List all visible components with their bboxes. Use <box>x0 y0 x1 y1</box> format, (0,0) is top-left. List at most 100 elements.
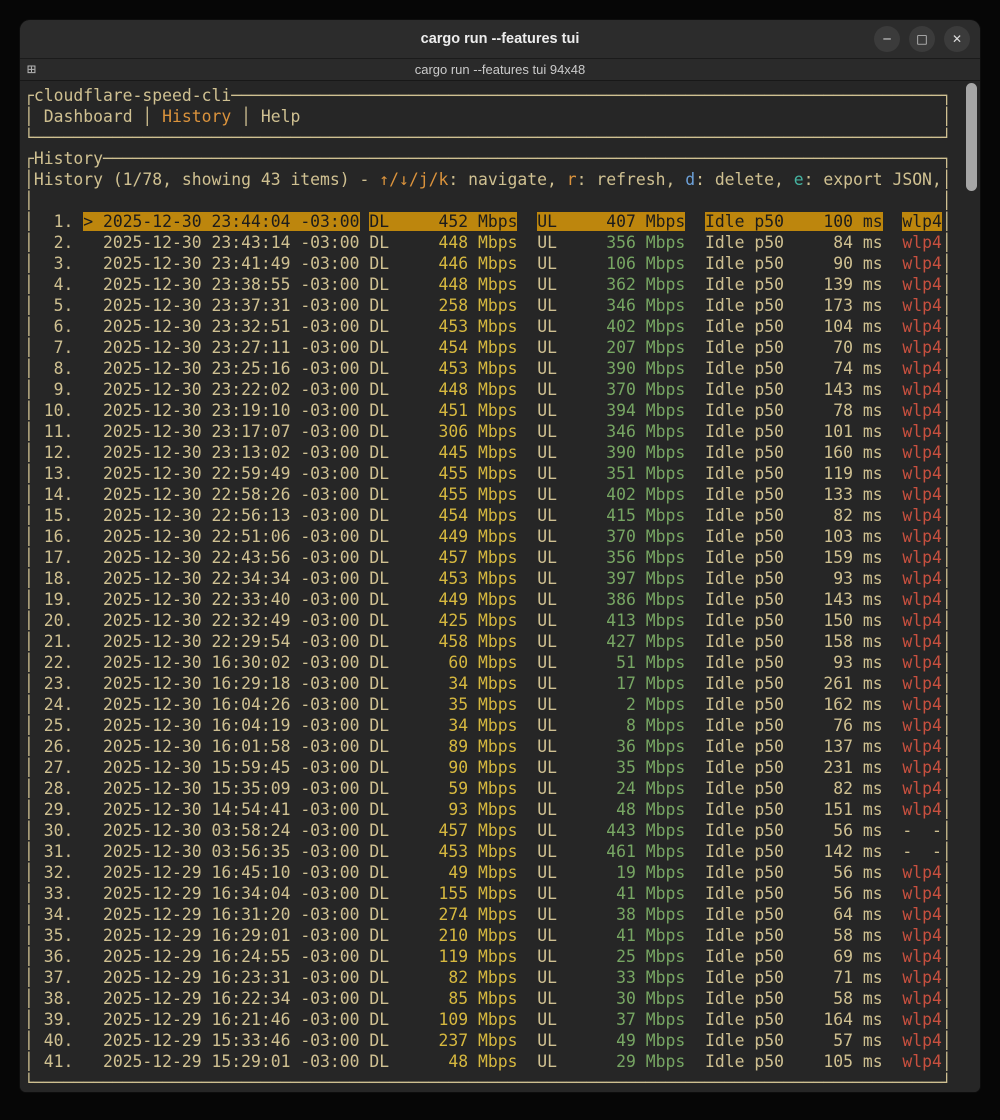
tab-help[interactable]: Help <box>261 107 300 126</box>
text-span <box>517 758 537 777</box>
history-row-25[interactable]: │ 25. 2025-12-30 16:04:19 -03:00 DL 34 M… <box>24 715 952 736</box>
tab-dashboard[interactable]: Dashboard <box>44 107 133 126</box>
row-number: 11. <box>34 422 83 441</box>
row-number: 24. <box>34 695 83 714</box>
history-row-17[interactable]: │ 17. 2025-12-30 22:43:56 -03:00 DL 457 … <box>24 547 952 568</box>
text-span <box>685 905 705 924</box>
scrollbar-thumb[interactable] <box>966 83 977 191</box>
history-row-15[interactable]: │ 15. 2025-12-30 22:56:13 -03:00 DL 454 … <box>24 505 952 526</box>
dl-label: DL <box>369 968 389 987</box>
history-row-39[interactable]: │ 39. 2025-12-29 16:21:46 -03:00 DL 109 … <box>24 1009 952 1030</box>
row-timestamp: 2025-12-30 23:25:16 -03:00 <box>83 359 359 378</box>
ul-value: 386 Mbps <box>557 590 685 609</box>
titlebar[interactable]: cargo run --features tui ─ □ ✕ <box>20 20 980 59</box>
text-span <box>517 422 537 441</box>
history-row-34[interactable]: │ 34. 2025-12-29 16:31:20 -03:00 DL 274 … <box>24 904 952 925</box>
text-span <box>360 884 370 903</box>
history-row-13[interactable]: │ 13. 2025-12-30 22:59:49 -03:00 DL 455 … <box>24 463 952 484</box>
history-row-27[interactable]: │ 27. 2025-12-30 15:59:45 -03:00 DL 90 M… <box>24 757 952 778</box>
history-box-top: ┌History────────────────────────────────… <box>24 148 952 169</box>
history-row-5[interactable]: │ 5. 2025-12-30 23:37:31 -03:00 DL 258 M… <box>24 295 952 316</box>
history-row-18[interactable]: │ 18. 2025-12-30 22:34:34 -03:00 DL 453 … <box>24 568 952 589</box>
history-row-9[interactable]: │ 9. 2025-12-30 23:22:02 -03:00 DL 448 M… <box>24 379 952 400</box>
ul-value: 25 Mbps <box>557 947 685 966</box>
history-row-41[interactable]: │ 41. 2025-12-29 15:29:01 -03:00 DL 48 M… <box>24 1051 952 1072</box>
scrollbar[interactable] <box>964 81 979 1092</box>
text-span <box>883 716 903 735</box>
ping-label: Idle p50 <box>705 674 784 693</box>
close-button[interactable]: ✕ <box>944 26 970 52</box>
history-row-35[interactable]: │ 35. 2025-12-29 16:29:01 -03:00 DL 210 … <box>24 925 952 946</box>
text-span <box>517 632 537 651</box>
text-span <box>685 233 705 252</box>
terminal-content[interactable]: ┌cloudflare-speed-cli───────────────────… <box>24 85 952 1092</box>
row-timestamp: 2025-12-29 16:21:46 -03:00 <box>83 1010 359 1029</box>
tab-title[interactable]: cargo run --features tui 94x48 <box>415 62 586 77</box>
history-row-36[interactable]: │ 36. 2025-12-29 16:24:55 -03:00 DL 119 … <box>24 946 952 967</box>
ul-value: 49 Mbps <box>557 1031 685 1050</box>
box-border: │ <box>942 590 952 609</box>
text-span <box>883 632 903 651</box>
dl-label: DL <box>369 947 389 966</box>
ul-value: 362 Mbps <box>557 275 685 294</box>
history-row-6[interactable]: │ 6. 2025-12-30 23:32:51 -03:00 DL 453 M… <box>24 316 952 337</box>
history-row-30[interactable]: │ 30. 2025-12-30 03:58:24 -03:00 DL 457 … <box>24 820 952 841</box>
history-row-24[interactable]: │ 24. 2025-12-30 16:04:26 -03:00 DL 35 M… <box>24 694 952 715</box>
dl-label: DL <box>369 317 389 336</box>
grid-icon[interactable]: ⊞ <box>27 59 36 80</box>
ping-value: 142 ms <box>784 842 883 861</box>
hint-nav-keys: ↑/↓/j/k <box>379 170 448 189</box>
history-row-12[interactable]: │ 12. 2025-12-30 23:13:02 -03:00 DL 445 … <box>24 442 952 463</box>
history-row-1[interactable]: │ 1. > 2025-12-30 23:44:04 -03:00 DL 452… <box>24 211 952 232</box>
box-border: │ <box>24 695 34 714</box>
text-span <box>517 905 537 924</box>
history-row-26[interactable]: │ 26. 2025-12-30 16:01:58 -03:00 DL 89 M… <box>24 736 952 757</box>
history-row-21[interactable]: │ 21. 2025-12-30 22:29:54 -03:00 DL 458 … <box>24 631 952 652</box>
history-row-7[interactable]: │ 7. 2025-12-30 23:27:11 -03:00 DL 454 M… <box>24 337 952 358</box>
dl-label: DL <box>369 926 389 945</box>
history-row-22[interactable]: │ 22. 2025-12-30 16:30:02 -03:00 DL 60 M… <box>24 652 952 673</box>
history-row-14[interactable]: │ 14. 2025-12-30 22:58:26 -03:00 DL 455 … <box>24 484 952 505</box>
box-border: │ <box>942 485 952 504</box>
history-row-31[interactable]: │ 31. 2025-12-30 03:56:35 -03:00 DL 453 … <box>24 841 952 862</box>
history-row-33[interactable]: │ 33. 2025-12-29 16:34:04 -03:00 DL 155 … <box>24 883 952 904</box>
box-border: │ <box>942 254 952 273</box>
history-row-11[interactable]: │ 11. 2025-12-30 23:17:07 -03:00 DL 306 … <box>24 421 952 442</box>
history-row-23[interactable]: │ 23. 2025-12-30 16:29:18 -03:00 DL 34 M… <box>24 673 952 694</box>
dl-label: DL <box>369 653 389 672</box>
dl-label: DL <box>369 254 389 273</box>
text-span <box>685 464 705 483</box>
dl-value: 93 Mbps <box>389 800 517 819</box>
box-border: │ <box>24 1031 34 1050</box>
tab-history[interactable]: History <box>162 107 231 126</box>
maximize-button[interactable]: □ <box>909 26 935 52</box>
history-row-29[interactable]: │ 29. 2025-12-30 14:54:41 -03:00 DL 93 M… <box>24 799 952 820</box>
row-number: 2. <box>34 233 83 252</box>
history-row-10[interactable]: │ 10. 2025-12-30 23:19:10 -03:00 DL 451 … <box>24 400 952 421</box>
text-span <box>685 842 705 861</box>
history-row-3[interactable]: │ 3. 2025-12-30 23:41:49 -03:00 DL 446 M… <box>24 253 952 274</box>
dl-value: 454 Mbps <box>389 338 517 357</box>
history-row-40[interactable]: │ 40. 2025-12-29 15:33:46 -03:00 DL 237 … <box>24 1030 952 1051</box>
minimize-button[interactable]: ─ <box>874 26 900 52</box>
box-border: │ <box>24 989 34 1008</box>
history-row-19[interactable]: │ 19. 2025-12-30 22:33:40 -03:00 DL 449 … <box>24 589 952 610</box>
dl-value: 446 Mbps <box>389 254 517 273</box>
history-row-28[interactable]: │ 28. 2025-12-30 15:35:09 -03:00 DL 59 M… <box>24 778 952 799</box>
row-timestamp: 2025-12-30 23:38:55 -03:00 <box>83 275 359 294</box>
history-row-2[interactable]: │ 2. 2025-12-30 23:43:14 -03:00 DL 448 M… <box>24 232 952 253</box>
interface-name: wlp4 <box>902 653 941 672</box>
history-row-38[interactable]: │ 38. 2025-12-29 16:22:34 -03:00 DL 85 M… <box>24 988 952 1009</box>
hint-refresh: : refresh, <box>577 170 686 189</box>
history-row-16[interactable]: │ 16. 2025-12-30 22:51:06 -03:00 DL 449 … <box>24 526 952 547</box>
history-row-20[interactable]: │ 20. 2025-12-30 22:32:49 -03:00 DL 425 … <box>24 610 952 631</box>
history-row-32[interactable]: │ 32. 2025-12-29 16:45:10 -03:00 DL 49 M… <box>24 862 952 883</box>
text-span <box>685 212 705 231</box>
history-row-37[interactable]: │ 37. 2025-12-29 16:23:31 -03:00 DL 82 M… <box>24 967 952 988</box>
history-row-8[interactable]: │ 8. 2025-12-30 23:25:16 -03:00 DL 453 M… <box>24 358 952 379</box>
history-row-4[interactable]: │ 4. 2025-12-30 23:38:55 -03:00 DL 448 M… <box>24 274 952 295</box>
ul-value: 346 Mbps <box>557 422 685 441</box>
text-span <box>360 947 370 966</box>
ping-value: 84 ms <box>784 233 883 252</box>
ping-value: 56 ms <box>784 884 883 903</box>
